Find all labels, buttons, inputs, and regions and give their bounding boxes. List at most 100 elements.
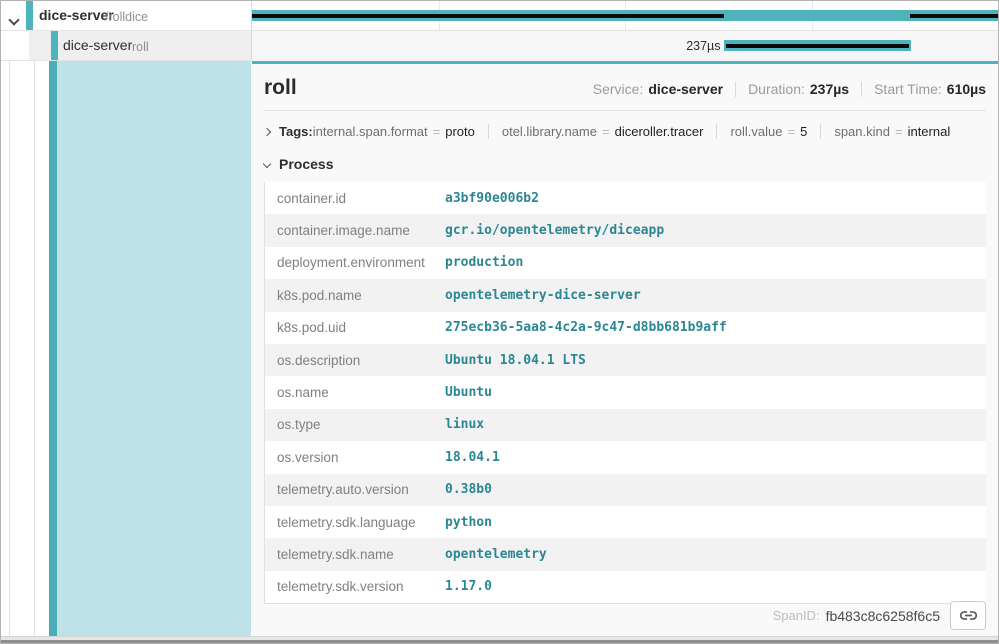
row-key: telemetry.sdk.language xyxy=(265,515,445,530)
table-row: k8s.pod.uid 275ecb36-5aa8-4c2a-9c47-d8bb… xyxy=(265,312,986,344)
row-value: python xyxy=(445,515,492,530)
chevron-down-icon xyxy=(263,160,271,168)
tag-item: roll.value = 5 xyxy=(730,124,807,139)
chevron-down-icon xyxy=(8,14,19,25)
span-overview: Service: dice-server Duration: 237µs Sta… xyxy=(593,81,986,97)
span-bar-overlay xyxy=(252,14,724,18)
row-key: k8s.pod.uid xyxy=(265,320,445,335)
tag-value: internal xyxy=(908,124,951,139)
span-bar-overlay xyxy=(910,14,998,18)
row-value: Ubuntu xyxy=(445,385,492,400)
link-icon xyxy=(960,607,977,624)
process-key-value-table: container.id a3bf90e006b2 container.imag… xyxy=(264,182,986,604)
tags-label: Tags: xyxy=(279,124,313,139)
operation-name: /rolldice xyxy=(105,10,148,24)
row-value: opentelemetry-dice-server xyxy=(445,288,641,303)
row-key: container.image.name xyxy=(265,223,445,238)
selected-span-tint xyxy=(57,61,251,636)
row-value: production xyxy=(445,255,523,270)
tag-equals: = xyxy=(602,124,610,139)
service-name: dice-server xyxy=(63,37,132,53)
span-title: roll xyxy=(264,76,297,100)
span-color-bar xyxy=(51,31,58,60)
service-name: dice-server xyxy=(39,7,114,23)
name-column-detail-fill xyxy=(1,61,251,636)
deep-link-button[interactable] xyxy=(950,601,986,630)
table-row: telemetry.sdk.name opentelemetry xyxy=(265,538,986,570)
row-key: os.version xyxy=(265,450,445,465)
row-key: deployment.environment xyxy=(265,255,445,270)
row-value: gcr.io/opentelemetry/diceapp xyxy=(445,223,664,238)
row-value: Ubuntu 18.04.1 LTS xyxy=(445,353,586,368)
indent-guide xyxy=(9,61,10,636)
tag-divider xyxy=(820,124,821,139)
span-bar-rolldice[interactable] xyxy=(252,10,998,21)
row-key: telemetry.sdk.name xyxy=(265,547,445,562)
start-time-value: 610µs xyxy=(947,81,986,97)
tag-equals: = xyxy=(433,124,441,139)
span-bar-overlay xyxy=(726,44,909,48)
tag-item: span.kind = internal xyxy=(834,124,950,139)
tag-value: 5 xyxy=(800,124,807,139)
chevron-right-icon xyxy=(263,127,271,135)
tag-item: otel.library.name = diceroller.tracer xyxy=(502,124,704,139)
table-row: telemetry.auto.version 0.38b0 xyxy=(265,474,986,506)
collapse-expander[interactable] xyxy=(10,11,18,29)
table-row: os.name Ubuntu xyxy=(265,376,986,408)
tag-key: otel.library.name xyxy=(502,124,597,139)
row-value: 1.17.0 xyxy=(445,579,492,594)
row-key: os.name xyxy=(265,385,445,400)
service-label: Service: xyxy=(593,81,644,97)
tag-divider xyxy=(716,124,717,139)
span-row-roll[interactable]: dice-server roll xyxy=(1,31,251,61)
indent-guide xyxy=(34,61,35,636)
tags-section-header[interactable]: Tags: internal.span.format = proto otel.… xyxy=(264,124,986,139)
row-key: os.type xyxy=(265,417,445,432)
row-value: 275ecb36-5aa8-4c2a-9c47-d8bb681b9aff xyxy=(445,320,727,335)
operation-name: roll xyxy=(132,40,149,54)
tag-key: internal.span.format xyxy=(313,124,428,139)
duration-label: Duration: xyxy=(748,81,805,97)
process-section-header[interactable]: Process xyxy=(264,156,986,172)
start-time-label: Start Time: xyxy=(874,81,942,97)
tag-key: roll.value xyxy=(730,124,782,139)
row-value: 18.04.1 xyxy=(445,450,500,465)
timeline-row-roll: 237µs xyxy=(252,31,998,61)
table-row: deployment.environment production xyxy=(265,247,986,279)
row-value: linux xyxy=(445,417,484,432)
table-row: k8s.pod.name opentelemetry-dice-server xyxy=(265,279,986,311)
row-value: a3bf90e006b2 xyxy=(445,191,539,206)
span-row-rolldice[interactable]: dice-server /rolldice xyxy=(1,1,251,31)
span-bar-roll[interactable] xyxy=(724,40,911,51)
row-value: opentelemetry xyxy=(445,547,547,562)
table-row: os.version 18.04.1 xyxy=(265,441,986,473)
table-row: os.description Ubuntu 18.04.1 LTS xyxy=(265,344,986,376)
tag-value: proto xyxy=(445,124,475,139)
row-value: 0.38b0 xyxy=(445,482,492,497)
tag-item: internal.span.format = proto xyxy=(313,124,475,139)
span-detail-header: roll Service: dice-server Duration: 237µ… xyxy=(264,76,986,100)
tag-key: span.kind xyxy=(834,124,890,139)
span-color-bar xyxy=(26,1,33,30)
table-row: os.type linux xyxy=(265,409,986,441)
tag-equals: = xyxy=(788,124,796,139)
spanid-value: fb483c8c6258f6c5 xyxy=(826,608,940,624)
overview-divider xyxy=(735,82,736,97)
header-divider xyxy=(264,110,986,111)
row-key: telemetry.sdk.version xyxy=(265,579,445,594)
overview-divider xyxy=(861,82,862,97)
spanid-label: SpanID: xyxy=(773,608,820,623)
row-key: telemetry.auto.version xyxy=(265,482,445,497)
timeline-row-rolldice xyxy=(252,1,998,31)
span-duration-label: 237µs xyxy=(686,31,720,61)
process-label: Process xyxy=(279,156,333,172)
trace-detail-screen: dice-server /rolldice dice-server roll 2… xyxy=(0,0,999,644)
row-key: k8s.pod.name xyxy=(265,288,445,303)
service-value: dice-server xyxy=(648,81,723,97)
table-row: container.id a3bf90e006b2 xyxy=(265,182,986,214)
timeline: 237µs xyxy=(252,1,998,61)
span-color-bar-extension xyxy=(49,61,57,636)
span-detail-footer: SpanID: fb483c8c6258f6c5 xyxy=(773,601,986,630)
duration-value: 237µs xyxy=(810,81,849,97)
tag-value: diceroller.tracer xyxy=(615,124,704,139)
